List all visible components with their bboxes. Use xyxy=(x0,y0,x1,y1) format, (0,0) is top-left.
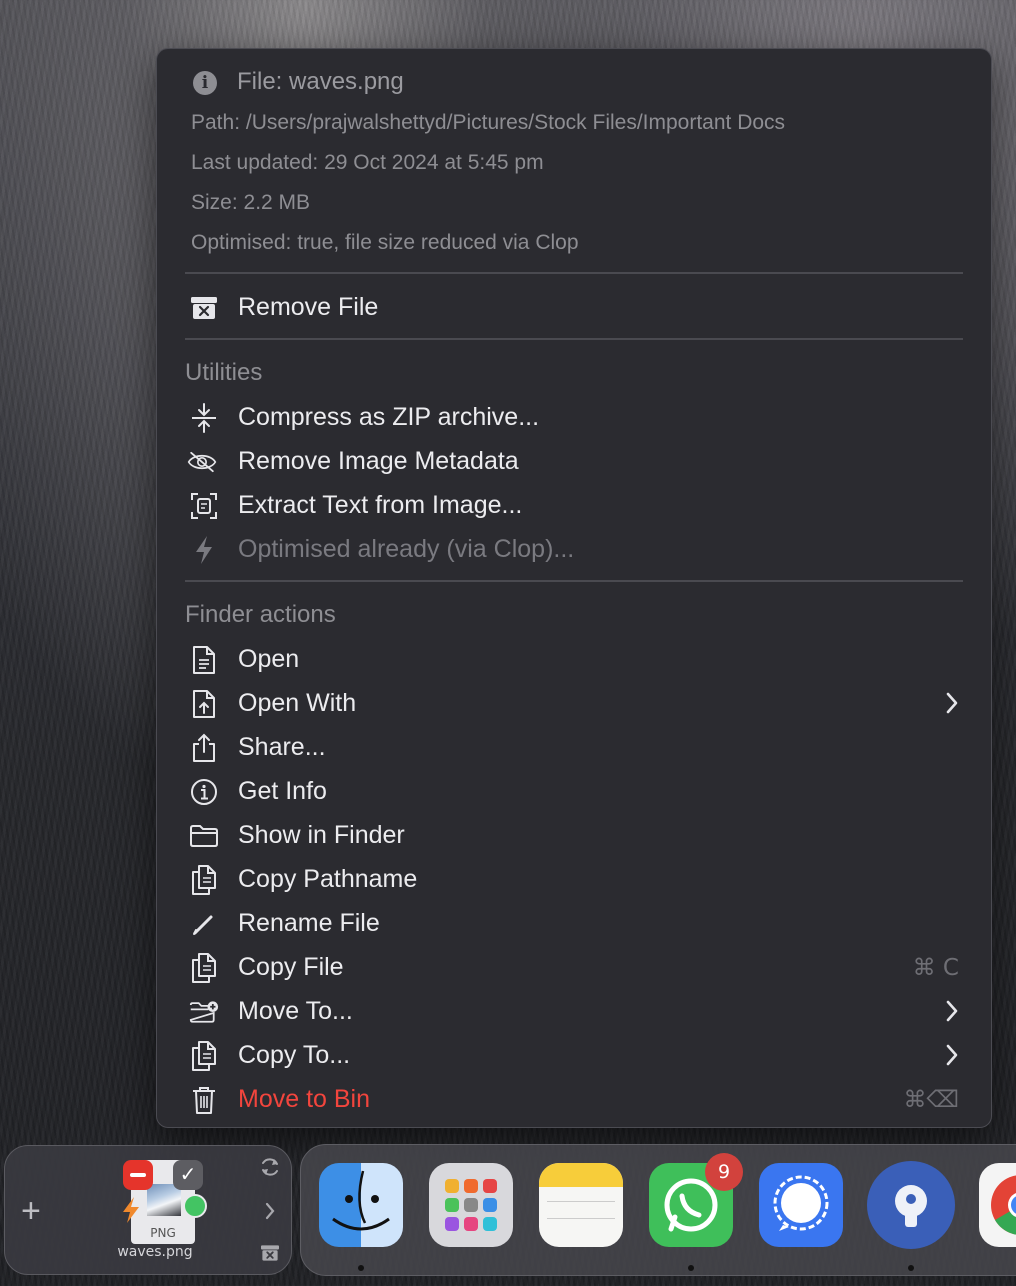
get-info-item[interactable]: Get Info xyxy=(157,769,991,813)
copy-file-label: Copy File xyxy=(238,953,344,981)
separator xyxy=(185,580,963,582)
copy-file-shortcut: ⌘ C xyxy=(912,955,959,981)
extract-text-item[interactable]: Extract Text from Image... xyxy=(157,483,991,527)
open-with-item[interactable]: Open With xyxy=(157,681,991,725)
folder-plus-icon xyxy=(189,997,219,1027)
file-size: Size: 2.2 MB xyxy=(191,191,311,214)
bolt-icon xyxy=(121,1196,141,1224)
show-in-finder-item[interactable]: Show in Finder xyxy=(157,813,991,857)
file-title: File: waves.png xyxy=(237,68,404,95)
refresh-icon[interactable] xyxy=(259,1156,281,1178)
context-menu: i File: waves.png Path: /Users/prajwalsh… xyxy=(156,48,992,1128)
folder-icon xyxy=(189,821,219,851)
trash-icon xyxy=(189,1085,219,1115)
optimised-label: Optimised already (via Clop)... xyxy=(238,535,575,563)
chevron-right-icon[interactable] xyxy=(264,1201,276,1221)
file-shelf: + PNG ✓ waves.png xyxy=(4,1145,292,1275)
rename-file-label: Rename File xyxy=(238,909,380,937)
archive-x-icon xyxy=(189,293,219,323)
document-arrow-icon xyxy=(189,689,219,719)
file-path: Path: /Users/prajwalshettyd/Pictures/Sto… xyxy=(191,111,786,134)
dock-app-notes[interactable] xyxy=(539,1163,623,1247)
separator xyxy=(185,338,963,340)
info-icon: i xyxy=(193,71,217,95)
extract-text-label: Extract Text from Image... xyxy=(238,491,523,519)
remove-file-label: Remove File xyxy=(238,293,379,321)
copy-to-item[interactable]: Copy To... xyxy=(157,1033,991,1077)
checkmark-icon[interactable]: ✓ xyxy=(173,1160,203,1190)
rename-file-item[interactable]: Rename File xyxy=(157,901,991,945)
archive-x-icon[interactable] xyxy=(260,1244,280,1262)
move-to-item[interactable]: Move To... xyxy=(157,989,991,1033)
compress-zip-item[interactable]: Compress as ZIP archive... xyxy=(157,395,991,439)
chevron-right-icon xyxy=(945,691,959,715)
running-indicator xyxy=(358,1265,364,1271)
share-icon xyxy=(189,733,219,763)
move-to-bin-item[interactable]: Move to Bin ⌘⌫ xyxy=(157,1077,991,1121)
remove-badge-icon[interactable] xyxy=(123,1160,153,1190)
add-file-button[interactable]: + xyxy=(21,1194,41,1228)
copy-to-label: Copy To... xyxy=(238,1041,351,1069)
open-with-label: Open With xyxy=(238,689,357,717)
compress-zip-label: Compress as ZIP archive... xyxy=(238,403,540,431)
share-item[interactable]: Share... xyxy=(157,725,991,769)
file-optimised: Optimised: true, file size reduced via C… xyxy=(191,231,579,254)
info-circle-icon xyxy=(189,777,219,807)
file-updated: Last updated: 29 Oct 2024 at 5:45 pm xyxy=(191,151,544,174)
document-icon xyxy=(189,645,219,675)
dock-app-chrome[interactable] xyxy=(979,1163,1016,1247)
eye-slash-icon xyxy=(187,447,217,477)
get-info-label: Get Info xyxy=(238,777,327,805)
copy-docs-icon xyxy=(189,1041,219,1071)
dock: 9 xyxy=(300,1144,1016,1276)
move-to-label: Move To... xyxy=(238,997,353,1025)
pencil-icon xyxy=(189,909,219,939)
dock-app-launchpad[interactable] xyxy=(429,1163,513,1247)
notification-badge: 9 xyxy=(705,1153,743,1191)
move-to-bin-label: Move to Bin xyxy=(238,1085,371,1113)
copy-docs-icon xyxy=(189,953,219,983)
finder-actions-header: Finder actions xyxy=(185,601,336,628)
bolt-icon xyxy=(189,535,219,565)
optimised-item: Optimised already (via Clop)... xyxy=(157,527,991,571)
share-label: Share... xyxy=(238,733,326,761)
remove-file-item[interactable]: Remove File xyxy=(157,285,991,329)
copy-pathname-item[interactable]: Copy Pathname xyxy=(157,857,991,901)
chevron-right-icon xyxy=(945,999,959,1023)
remove-metadata-item[interactable]: Remove Image Metadata xyxy=(157,439,991,483)
dock-app-password-manager[interactable] xyxy=(867,1161,955,1249)
status-dot-icon xyxy=(183,1194,207,1218)
text-scan-icon xyxy=(189,491,219,521)
show-in-finder-label: Show in Finder xyxy=(238,821,405,849)
open-label: Open xyxy=(238,645,300,673)
copy-docs-icon xyxy=(189,865,219,895)
separator xyxy=(185,272,963,274)
running-indicator xyxy=(688,1265,694,1271)
running-indicator xyxy=(908,1265,914,1271)
remove-metadata-label: Remove Image Metadata xyxy=(238,447,519,475)
move-to-bin-shortcut: ⌘⌫ xyxy=(903,1087,959,1113)
dock-app-finder[interactable] xyxy=(319,1163,403,1247)
copy-file-item[interactable]: Copy File ⌘ C xyxy=(157,945,991,989)
chevron-right-icon xyxy=(945,1043,959,1067)
open-item[interactable]: Open xyxy=(157,637,991,681)
compress-icon xyxy=(189,403,219,433)
copy-pathname-label: Copy Pathname xyxy=(238,865,418,893)
utilities-header: Utilities xyxy=(185,359,263,386)
file-ext-label: PNG xyxy=(150,1226,176,1240)
dock-app-signal[interactable] xyxy=(759,1163,843,1247)
